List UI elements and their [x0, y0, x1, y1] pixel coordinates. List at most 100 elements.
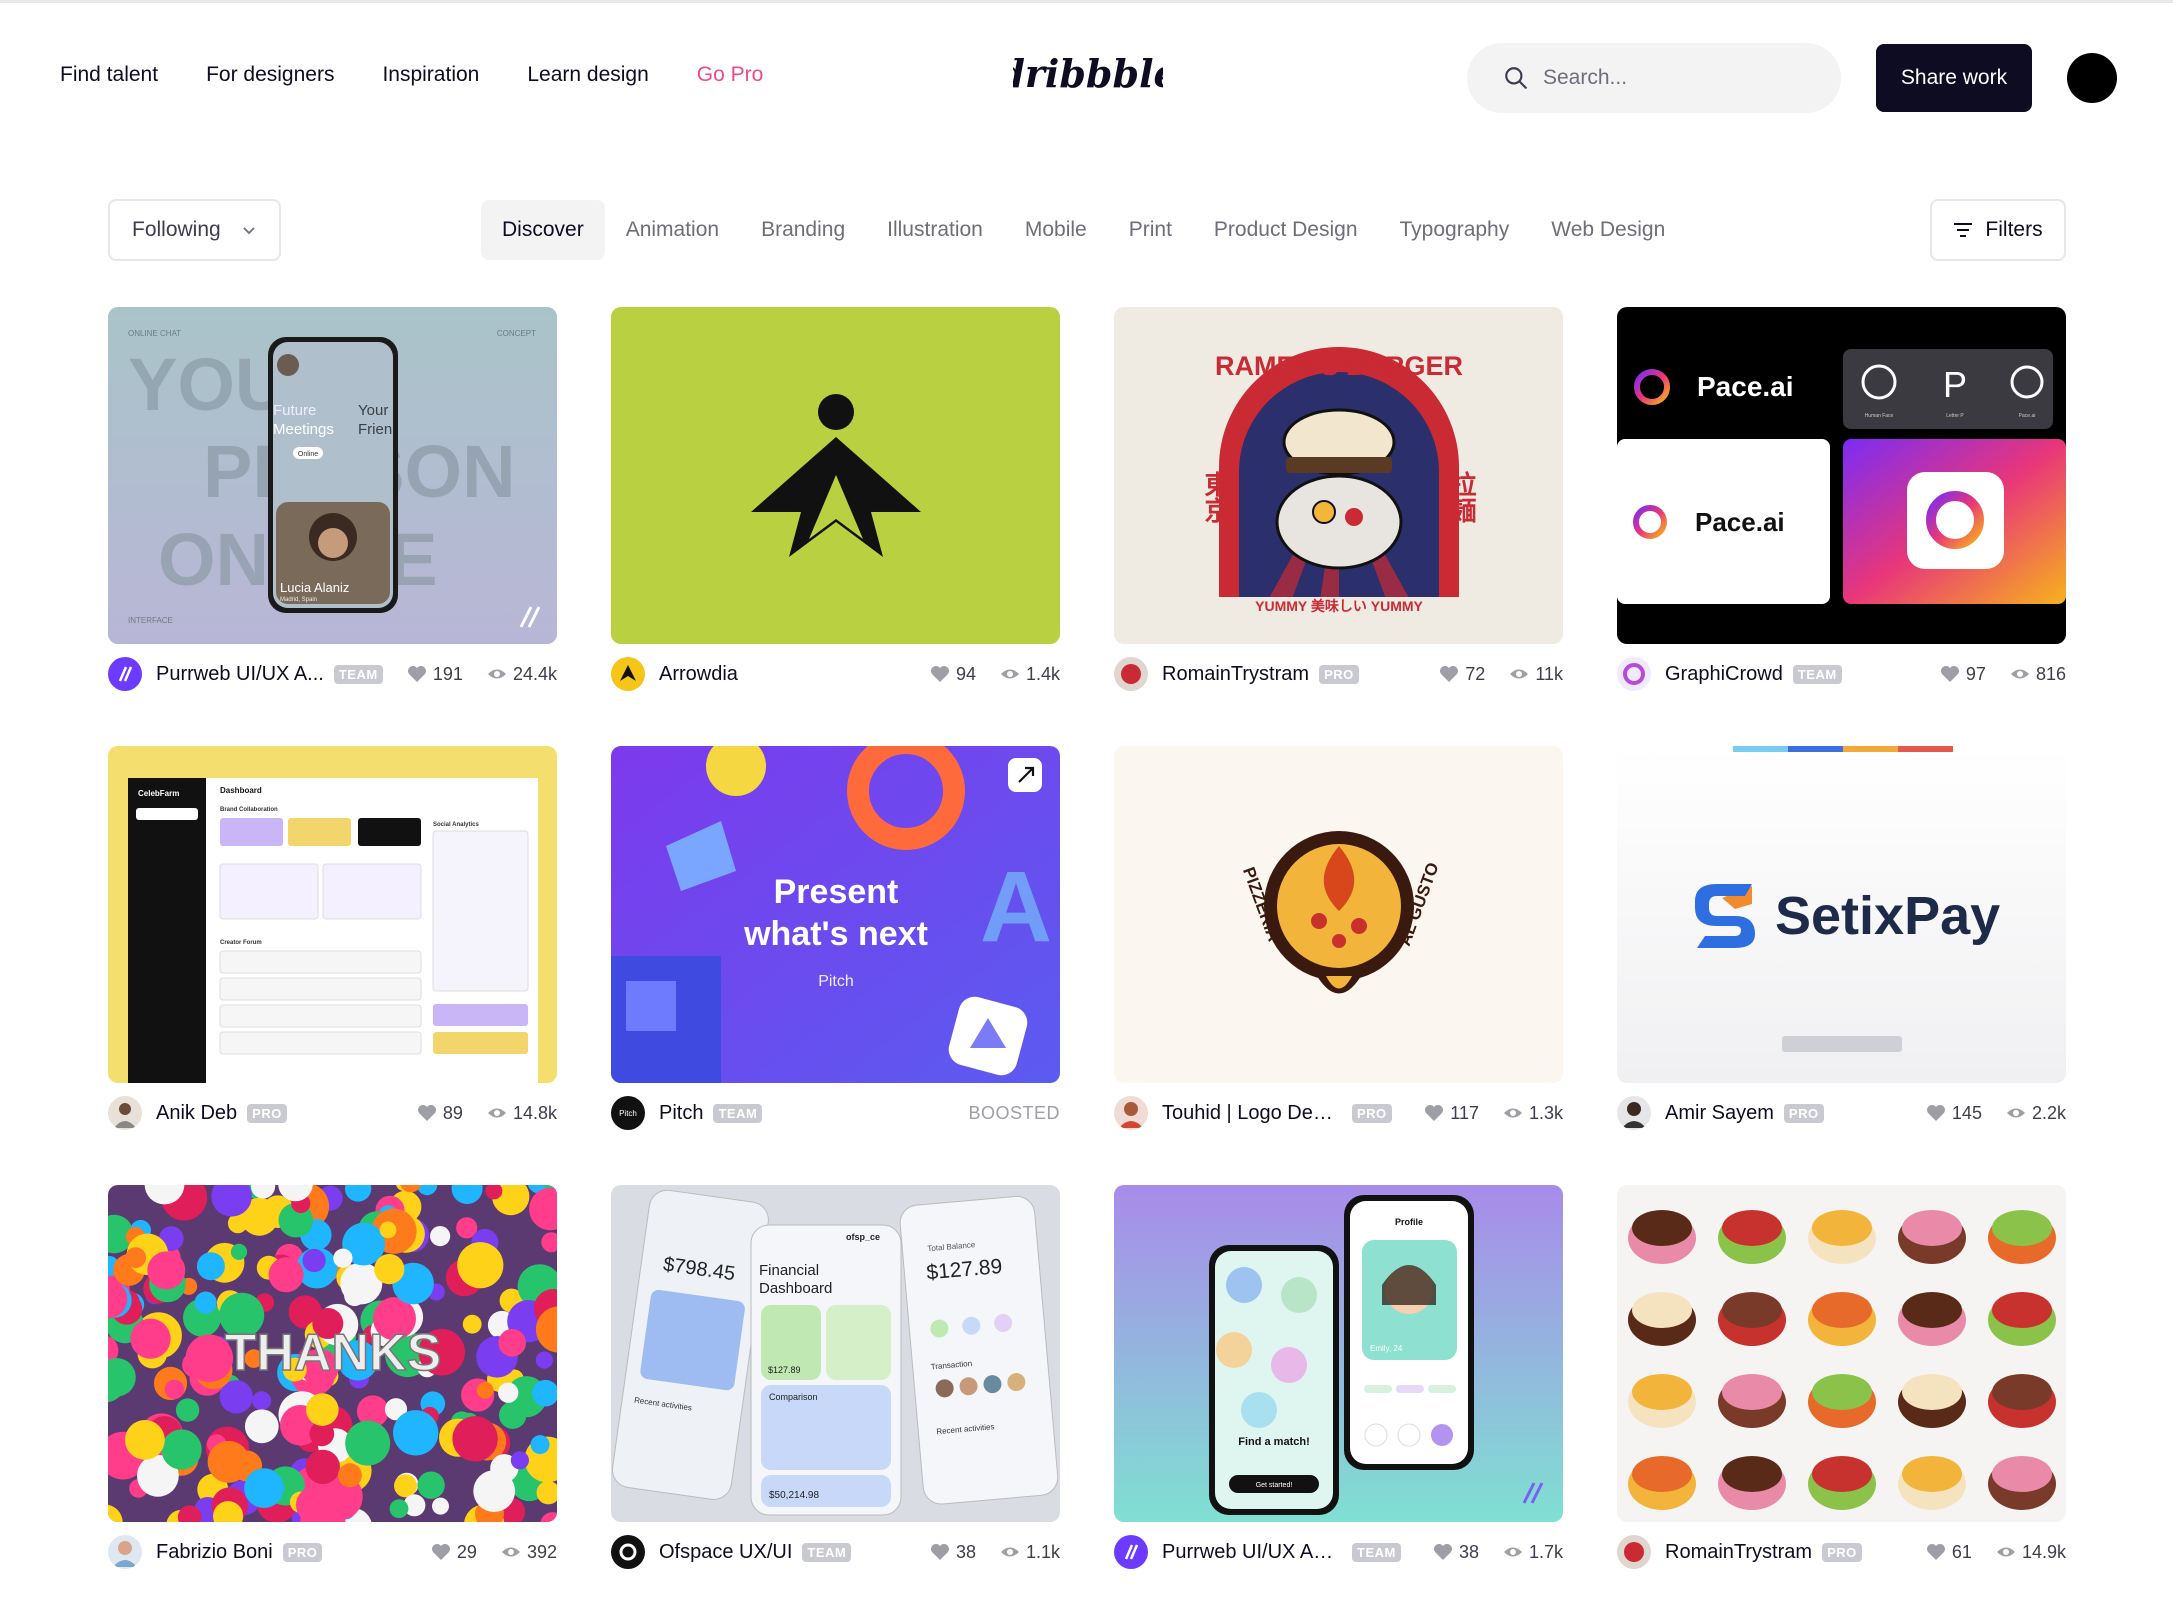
author-name[interactable]: Purrweb UI/UX A... [156, 663, 324, 686]
author-name[interactable]: Ofspace UX/UI [659, 1541, 792, 1564]
shot-card: Pace.ai P Human Face Letter P Pace.ai Pa… [1617, 307, 2066, 698]
heart-icon[interactable] [1439, 665, 1459, 683]
shot-thumbnail[interactable]: THANKS [108, 1185, 557, 1522]
author-name[interactable]: Anik Deb [156, 1102, 237, 1125]
svg-text:THANKS: THANKS [225, 1324, 442, 1382]
author-name[interactable]: Pitch [659, 1102, 703, 1125]
tab-animation[interactable]: Animation [605, 200, 740, 260]
views-count: 24.4k [512, 663, 557, 684]
heart-icon[interactable] [930, 665, 950, 683]
shot-image-dating-app: Find a match! Get started! Profile Emily… [1114, 1185, 1563, 1522]
dribbble-logo[interactable]: dribbble [1013, 45, 1163, 105]
author-name[interactable]: Purrweb UI/UX Age... [1162, 1541, 1342, 1564]
heart-icon[interactable] [1926, 1104, 1946, 1122]
shot-thumbnail[interactable]: SetixPay [1617, 746, 2066, 1083]
author-name[interactable]: GraphiCrowd [1665, 663, 1783, 686]
author-avatar[interactable] [1617, 1096, 1651, 1130]
shot-thumbnail[interactable]: Find a match! Get started! Profile Emily… [1114, 1185, 1563, 1522]
filters-button[interactable]: Filters [1930, 199, 2066, 261]
author-avatar[interactable] [1114, 657, 1148, 691]
shot-stats: 89 14.8k [417, 1103, 557, 1124]
svg-text:Online: Online [298, 451, 318, 458]
heart-icon[interactable] [431, 1543, 451, 1561]
eye-icon [2006, 1108, 2025, 1118]
author-avatar[interactable] [108, 1535, 142, 1569]
svg-text:CelebFarm: CelebFarm [138, 789, 179, 798]
author-name[interactable]: Amir Sayem [1665, 1102, 1774, 1125]
tab-product-design[interactable]: Product Design [1193, 200, 1379, 260]
search-bar[interactable] [1467, 43, 1841, 113]
shot-meta: Amir Sayem PRO 145 2.2k [1617, 1095, 2066, 1131]
share-work-button[interactable]: Share work [1876, 44, 2032, 112]
author-avatar[interactable]: Pitch [611, 1096, 645, 1130]
nav-inspiration[interactable]: Inspiration [382, 63, 479, 87]
author-name[interactable]: Fabrizio Boni [156, 1541, 273, 1564]
tab-branding[interactable]: Branding [740, 200, 866, 260]
heart-icon[interactable] [407, 665, 427, 683]
views-count: 392 [526, 1541, 557, 1562]
shot-card: RAMEN'S BURGER 東京 拉麺 YUMMY 美味しい YUMMY Ro… [1114, 307, 1563, 698]
svg-text:Letter P: Letter P [1946, 413, 1964, 419]
heart-icon[interactable] [417, 1104, 437, 1122]
author-avatar[interactable] [108, 657, 142, 691]
tab-discover[interactable]: Discover [481, 200, 605, 260]
author-avatar[interactable] [108, 1096, 142, 1130]
shot-thumbnail[interactable]: PIZZERIA AL GUSTO [1114, 746, 1563, 1083]
author-avatar[interactable] [1617, 1535, 1651, 1569]
purrweb-logo-icon [1124, 1544, 1139, 1560]
nav-for-designers[interactable]: For designers [206, 63, 334, 87]
author-name[interactable]: Arrowdia [659, 663, 738, 686]
shot-thumbnail[interactable] [611, 307, 1060, 644]
shot-meta: Arrowdia 94 1.4k [611, 656, 1060, 692]
shot-thumbnail[interactable]: $798.45 Recent activities ofsp_ce Financ… [611, 1185, 1060, 1522]
shot-thumbnail[interactable]: Present what's next Pitch A [611, 746, 1060, 1083]
shot-image-online-chat: ONLINE CHAT CONCEPT INTERFACE YOUR PERSO… [108, 307, 557, 644]
following-label: Following [132, 218, 221, 241]
svg-text:拉麺: 拉麺 [1447, 470, 1477, 524]
heart-icon[interactable] [1424, 1104, 1444, 1122]
heart-icon[interactable] [930, 1543, 950, 1561]
author-avatar[interactable] [611, 1535, 645, 1569]
search-input[interactable] [1543, 66, 1793, 90]
author-avatar[interactable] [1114, 1535, 1148, 1569]
filter-icon [1954, 223, 1973, 237]
shot-card: RomainTrystram PRO 61 14.9k [1617, 1185, 2066, 1576]
shot-thumbnail[interactable]: ONLINE CHAT CONCEPT INTERFACE YOUR PERSO… [108, 307, 557, 644]
filters-label: Filters [1985, 218, 2043, 241]
svg-text:$127.89: $127.89 [768, 1365, 801, 1375]
tab-web-design[interactable]: Web Design [1530, 200, 1686, 260]
heart-icon[interactable] [1940, 665, 1960, 683]
main-nav: Find talent For designers Inspiration Le… [60, 63, 763, 87]
tab-print[interactable]: Print [1108, 200, 1193, 260]
nav-learn-design[interactable]: Learn design [527, 63, 648, 87]
nav-go-pro[interactable]: Go Pro [697, 63, 764, 87]
author-name[interactable]: RomainTrystram [1162, 663, 1309, 686]
romain-avatar-icon [1624, 1542, 1644, 1562]
user-avatar[interactable] [2067, 53, 2117, 103]
author-avatar[interactable] [1114, 1096, 1148, 1130]
author-name[interactable]: RomainTrystram [1665, 1541, 1812, 1564]
following-dropdown[interactable]: Following [108, 199, 281, 261]
shot-thumbnail[interactable]: Pace.ai P Human Face Letter P Pace.ai Pa… [1617, 307, 2066, 644]
author-avatar[interactable] [1617, 657, 1651, 691]
svg-text:Meetings: Meetings [273, 421, 334, 438]
shot-thumbnail[interactable]: RAMEN'S BURGER 東京 拉麺 YUMMY 美味しい YUMMY [1114, 307, 1563, 644]
author-avatar[interactable] [611, 657, 645, 691]
heart-icon[interactable] [1926, 1543, 1946, 1561]
tab-illustration[interactable]: Illustration [866, 200, 1004, 260]
tab-mobile[interactable]: Mobile [1004, 200, 1108, 260]
shot-thumbnail[interactable] [1617, 1185, 2066, 1522]
eye-icon [1510, 669, 1529, 679]
category-tabs: Discover Animation Branding Illustration… [481, 200, 1686, 260]
graphicrowd-logo-icon [1623, 663, 1645, 685]
shot-card: SetixPay Amir Sayem PRO 145 2.2k [1617, 746, 2066, 1137]
tab-typography[interactable]: Typography [1379, 200, 1531, 260]
eye-icon [1503, 1547, 1522, 1557]
shot-image-pizzeria-al-gusto: PIZZERIA AL GUSTO [1114, 746, 1563, 1083]
svg-text:Madrid, Spain: Madrid, Spain [280, 597, 317, 603]
heart-icon[interactable] [1433, 1543, 1453, 1561]
views-count: 1.4k [1025, 663, 1060, 684]
nav-find-talent[interactable]: Find talent [60, 63, 158, 87]
author-name[interactable]: Touhid | Logo Desig... [1162, 1102, 1342, 1125]
shot-thumbnail[interactable]: CelebFarm Dashboard Brand Collaboration … [108, 746, 557, 1083]
